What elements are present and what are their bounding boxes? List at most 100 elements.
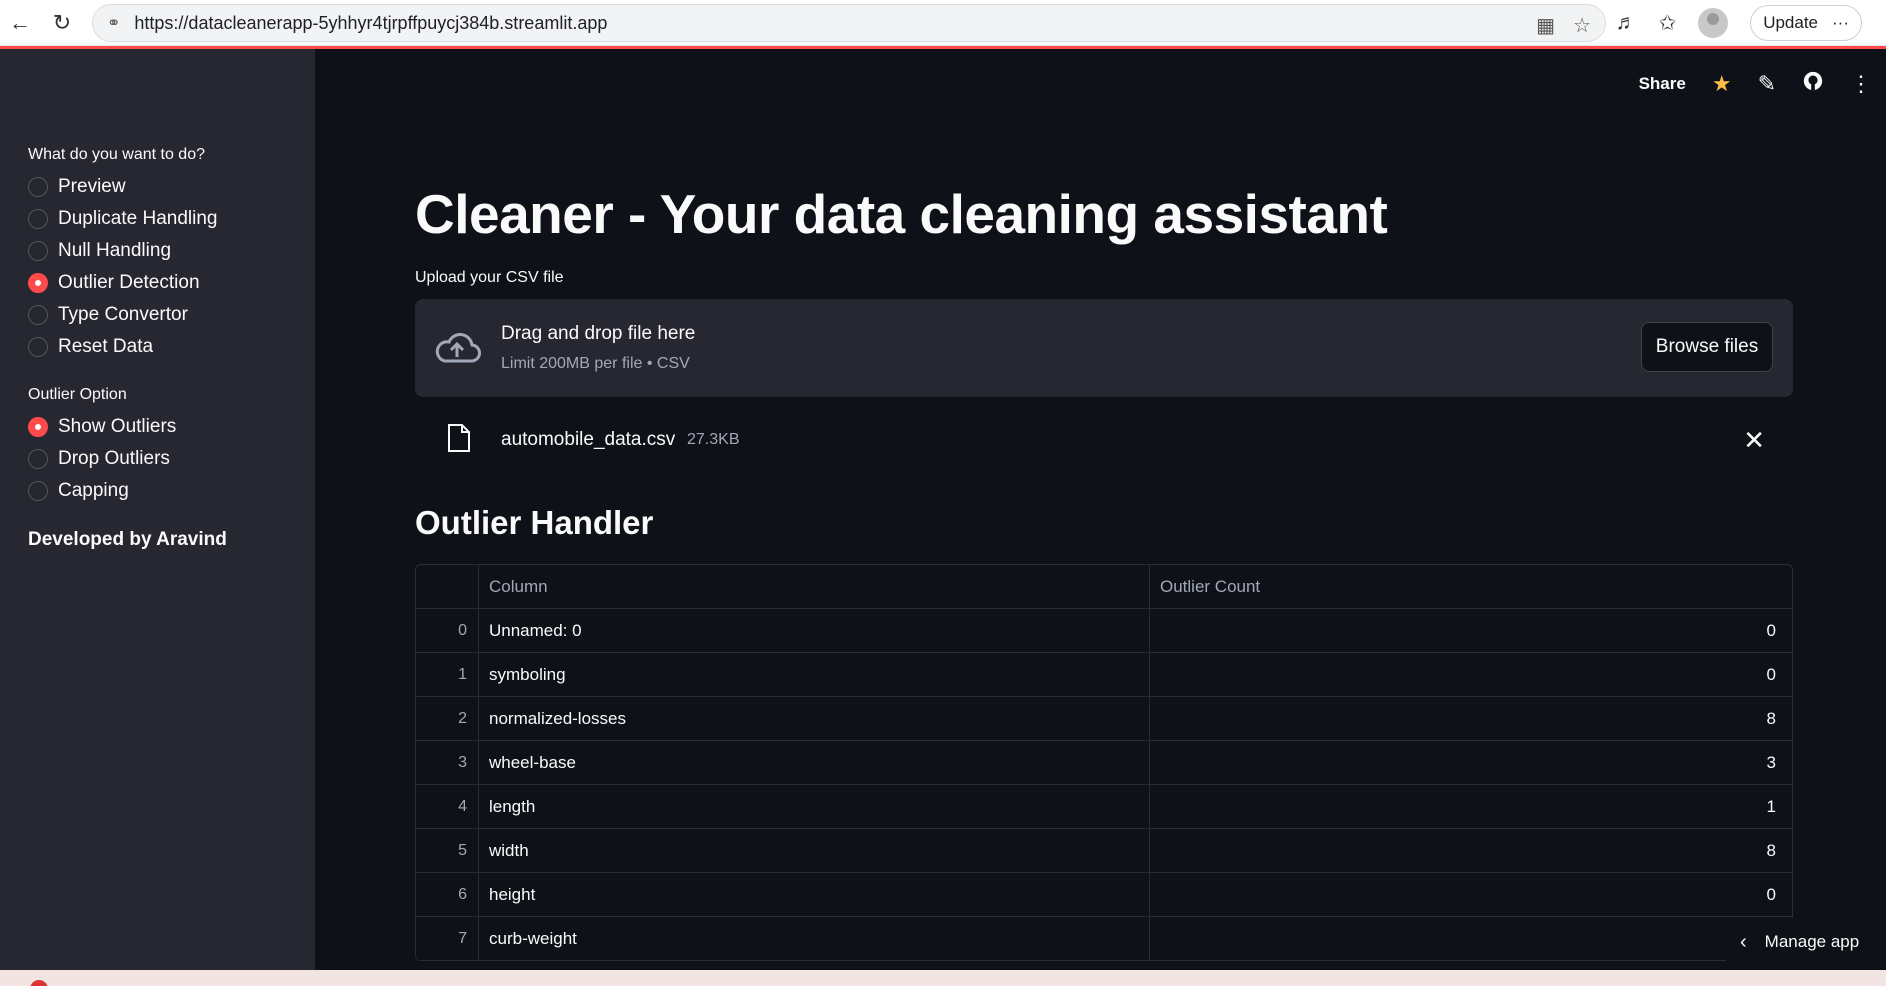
outlier-count-header[interactable]: Outlier Count bbox=[1150, 565, 1786, 608]
radio-label: Type Convertor bbox=[58, 304, 188, 325]
dropzone-limit-text: Limit 200MB per file • CSV bbox=[501, 355, 690, 372]
browser-toolbar: ← ↻ ⚭ https://datacleanerapp-5yhhyr4tjrp… bbox=[0, 0, 1886, 46]
radio-outlier-detection[interactable]: Outlier Detection bbox=[28, 267, 315, 299]
column-cell[interactable]: symboling bbox=[479, 653, 1150, 696]
index-header bbox=[416, 565, 479, 608]
radio-capping[interactable]: Capping bbox=[28, 475, 315, 507]
reload-icon[interactable]: ↻ bbox=[42, 3, 82, 43]
upload-label: Upload your CSV file bbox=[415, 269, 564, 286]
count-cell[interactable]: 1 bbox=[1150, 785, 1786, 828]
table-header: Column Outlier Count bbox=[416, 565, 1792, 609]
sidebar: What do you want to do? Preview Duplicat… bbox=[0, 49, 315, 970]
section-title: Outlier Handler bbox=[415, 504, 654, 541]
credit-text: Developed by Aravind bbox=[28, 529, 227, 550]
table-row: 1 symboling 0 bbox=[416, 653, 1792, 697]
radio-reset-data[interactable]: Reset Data bbox=[28, 331, 315, 363]
outlier-table[interactable]: Column Outlier Count 0 Unnamed: 0 0 1 sy… bbox=[415, 564, 1793, 961]
favorite-star-icon[interactable]: ☆ bbox=[1573, 13, 1591, 38]
count-cell[interactable]: 0 bbox=[1150, 653, 1786, 696]
radio-circle[interactable] bbox=[28, 337, 48, 357]
dropzone-title: Drag and drop file here bbox=[501, 323, 696, 344]
radio-circle[interactable] bbox=[28, 209, 48, 229]
file-icon bbox=[448, 424, 470, 452]
row-index: 4 bbox=[416, 785, 479, 828]
radio-circle[interactable] bbox=[28, 241, 48, 261]
back-arrow-icon[interactable]: ← bbox=[0, 3, 40, 43]
column-cell[interactable]: height bbox=[479, 873, 1150, 916]
column-cell[interactable]: wheel-base bbox=[479, 741, 1150, 784]
file-dropzone[interactable]: Drag and drop file here Limit 200MB per … bbox=[415, 299, 1793, 397]
update-button[interactable]: Update ··· bbox=[1750, 5, 1862, 41]
github-icon[interactable] bbox=[1802, 70, 1824, 98]
radio-label: Null Handling bbox=[58, 240, 172, 261]
browse-files-button[interactable]: Browse files bbox=[1641, 322, 1773, 372]
radio-type-convertor[interactable]: Type Convertor bbox=[28, 299, 315, 331]
row-index: 3 bbox=[416, 741, 479, 784]
cloud-upload-icon bbox=[435, 333, 481, 363]
row-index: 5 bbox=[416, 829, 479, 872]
table-row: 0 Unnamed: 0 0 bbox=[416, 609, 1792, 653]
radio-label: Preview bbox=[58, 176, 126, 197]
radio-label: Reset Data bbox=[58, 336, 154, 357]
row-index: 0 bbox=[416, 609, 479, 652]
radio-circle-selected[interactable] bbox=[28, 417, 48, 437]
address-bar[interactable]: ⚭ https://datacleanerapp-5yhhyr4tjrpffpu… bbox=[92, 4, 1606, 42]
radio-circle-selected[interactable] bbox=[28, 273, 48, 293]
manage-app-label: Manage app bbox=[1764, 932, 1860, 951]
more-menu-icon[interactable]: ··· bbox=[1832, 13, 1849, 33]
taskbar-strip bbox=[0, 970, 1886, 986]
radio-label: Drop Outliers bbox=[58, 448, 170, 469]
task-radio-group: Preview Duplicate Handling Null Handling… bbox=[28, 171, 315, 363]
column-cell[interactable]: curb-weight bbox=[479, 917, 1150, 960]
column-cell[interactable]: normalized-losses bbox=[479, 697, 1150, 740]
radio-show-outliers[interactable]: Show Outliers bbox=[28, 411, 315, 443]
count-cell[interactable]: 8 bbox=[1150, 697, 1786, 740]
table-row: 4 length 1 bbox=[416, 785, 1792, 829]
star-icon[interactable]: ★ bbox=[1712, 71, 1732, 97]
table-row: 2 normalized-losses 8 bbox=[416, 697, 1792, 741]
radio-circle[interactable] bbox=[28, 449, 48, 469]
row-index: 2 bbox=[416, 697, 479, 740]
profile-avatar[interactable] bbox=[1698, 8, 1729, 38]
radio-circle[interactable] bbox=[28, 177, 48, 197]
edit-pencil-icon[interactable]: ✎ bbox=[1758, 71, 1776, 97]
column-header[interactable]: Column bbox=[479, 565, 1150, 608]
kebab-menu-icon[interactable]: ⋮ bbox=[1850, 71, 1872, 97]
manage-app-button[interactable]: ‹ Manage app bbox=[1726, 918, 1886, 966]
column-cell[interactable]: length bbox=[479, 785, 1150, 828]
radio-circle[interactable] bbox=[28, 305, 48, 325]
outlier-option-label: Outlier Option bbox=[28, 386, 127, 403]
radio-preview[interactable]: Preview bbox=[28, 171, 315, 203]
table-row: 3 wheel-base 3 bbox=[416, 741, 1792, 785]
radio-circle[interactable] bbox=[28, 481, 48, 501]
radio-null-handling[interactable]: Null Handling bbox=[28, 235, 315, 267]
row-index: 6 bbox=[416, 873, 479, 916]
outlier-option-group: Show Outliers Drop Outliers Capping bbox=[28, 411, 315, 507]
count-cell[interactable] bbox=[1150, 917, 1786, 960]
column-cell[interactable]: Unnamed: 0 bbox=[479, 609, 1150, 652]
radio-drop-outliers[interactable]: Drop Outliers bbox=[28, 443, 315, 475]
radio-label: Show Outliers bbox=[58, 416, 177, 437]
row-index: 1 bbox=[416, 653, 479, 696]
site-info-icon[interactable]: ⚭ bbox=[107, 13, 120, 33]
radio-label: Capping bbox=[58, 480, 129, 501]
row-index: 7 bbox=[416, 917, 479, 960]
column-cell[interactable]: width bbox=[479, 829, 1150, 872]
count-cell[interactable]: 0 bbox=[1150, 873, 1786, 916]
count-cell[interactable]: 3 bbox=[1150, 741, 1786, 784]
radio-label: Duplicate Handling bbox=[58, 208, 218, 229]
radio-label: Outlier Detection bbox=[58, 272, 200, 293]
count-cell[interactable]: 8 bbox=[1150, 829, 1786, 872]
media-control-icon[interactable]: ♬ bbox=[1616, 11, 1637, 35]
remove-file-close-icon[interactable]: ✕ bbox=[1743, 425, 1765, 456]
radio-duplicate-handling[interactable]: Duplicate Handling bbox=[28, 203, 315, 235]
table-row: 5 width 8 bbox=[416, 829, 1792, 873]
favorites-icon[interactable]: ✩ bbox=[1659, 11, 1677, 36]
table-row: 6 height 0 bbox=[416, 873, 1792, 917]
file-size: 27.3KB bbox=[687, 431, 740, 448]
taskbar-app-icon[interactable] bbox=[30, 980, 48, 986]
share-button[interactable]: Share bbox=[1639, 74, 1686, 94]
update-label: Update bbox=[1763, 13, 1819, 32]
count-cell[interactable]: 0 bbox=[1150, 609, 1786, 652]
apps-icon[interactable]: ▦ bbox=[1536, 13, 1555, 38]
